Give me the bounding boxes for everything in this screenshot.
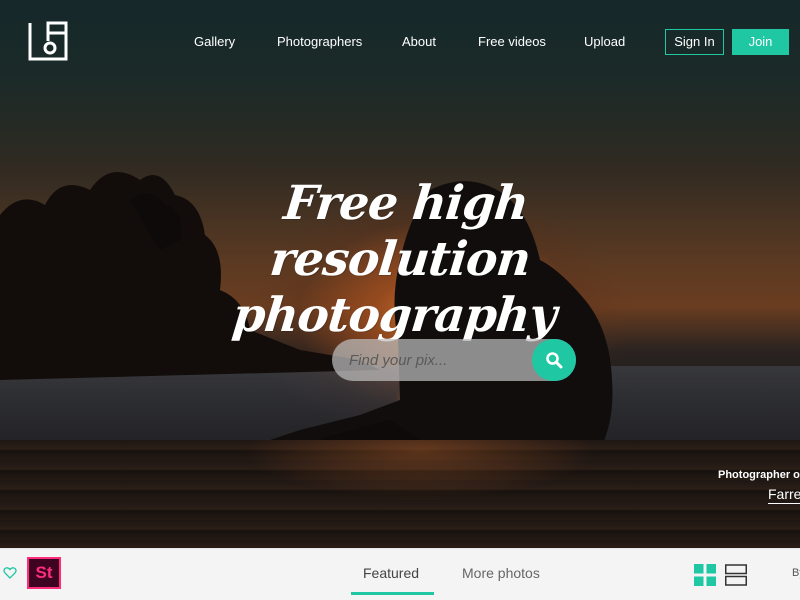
search-button[interactable]: [532, 339, 576, 381]
list-view-icon[interactable]: [725, 564, 747, 586]
logo-icon[interactable]: [28, 21, 68, 61]
hero-headline: Free high resolution photography: [141, 176, 659, 344]
tab-more-photos[interactable]: More photos: [462, 565, 540, 581]
nav-free-videos[interactable]: Free videos: [478, 34, 546, 50]
join-button[interactable]: Join: [732, 29, 789, 55]
nav-about[interactable]: About: [402, 34, 436, 50]
sign-in-button[interactable]: Sign In: [665, 29, 724, 55]
active-tab-indicator: [351, 592, 434, 595]
photographer-name-link[interactable]: Farre: [768, 486, 800, 504]
grid-view-icon[interactable]: [694, 564, 716, 586]
nav-upload[interactable]: Upload: [584, 34, 625, 50]
by-label: By: [792, 567, 800, 579]
search-icon: [546, 352, 563, 369]
headline-line-1: Free high resolution: [267, 176, 533, 287]
headline-line-2: photography: [229, 288, 559, 343]
search-input[interactable]: [332, 339, 532, 381]
photographer-credit-label: Photographer of: [718, 469, 800, 481]
wooden-dock: [0, 440, 800, 548]
stock-badge[interactable]: St: [27, 557, 61, 589]
nav-photographers[interactable]: Photographers: [277, 34, 362, 50]
heart-icon[interactable]: [3, 566, 17, 580]
nav-gallery[interactable]: Gallery: [194, 34, 235, 50]
tab-featured[interactable]: Featured: [363, 565, 419, 581]
